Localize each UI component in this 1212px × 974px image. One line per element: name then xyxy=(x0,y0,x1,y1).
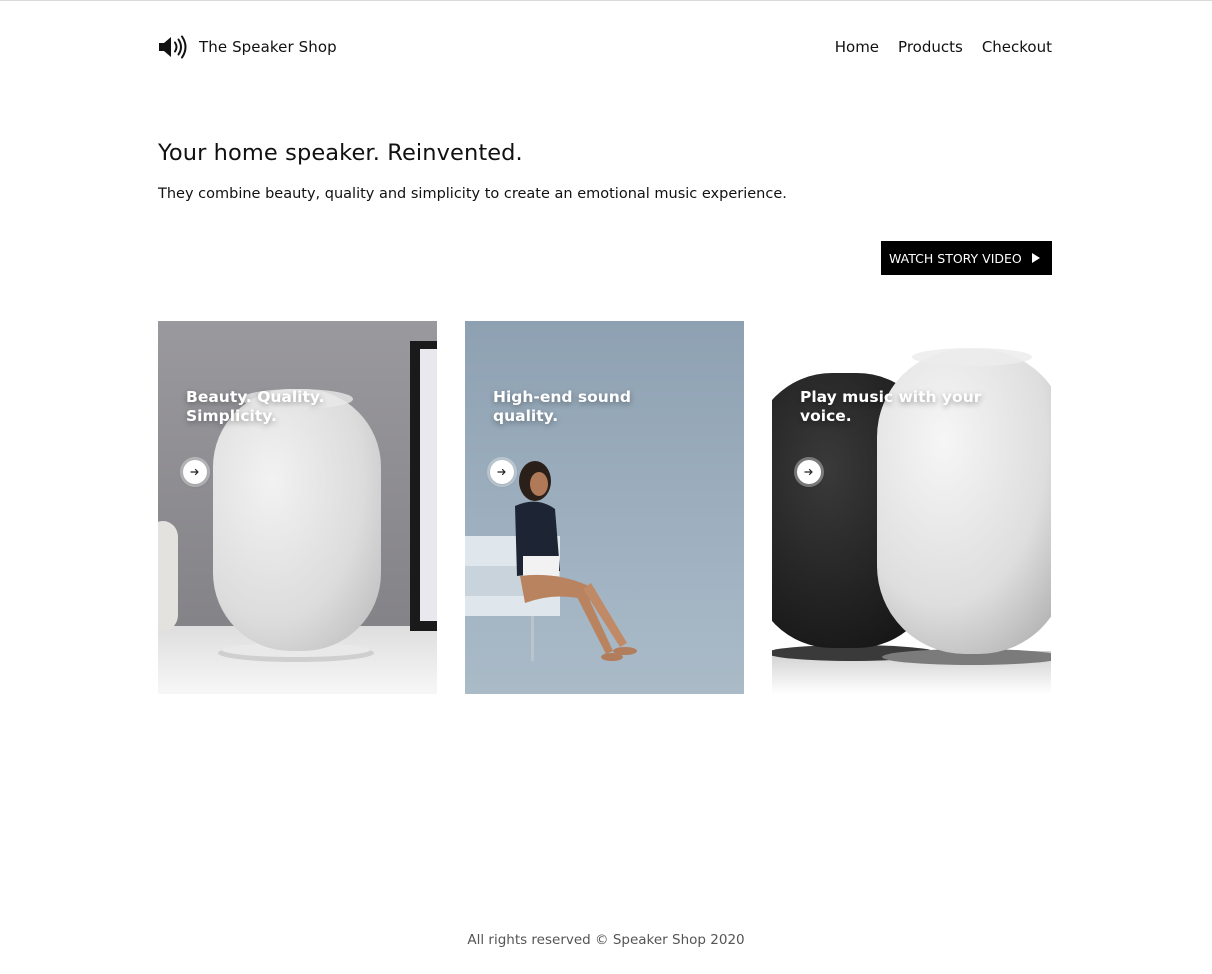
main-nav: Home Products Checkout xyxy=(835,38,1052,56)
speaker-icon xyxy=(158,34,188,60)
cta-label: WATCH STORY VIDEO xyxy=(889,250,1022,266)
arrow-right-icon xyxy=(804,468,813,476)
feature-card-sound[interactable]: High-end sound quality. xyxy=(465,321,744,694)
watch-story-video-button[interactable]: WATCH STORY VIDEO xyxy=(881,241,1052,275)
card-arrow-button[interactable] xyxy=(183,460,207,484)
nav-products-link[interactable]: Products xyxy=(898,38,963,56)
brand-name: The Speaker Shop xyxy=(199,38,337,56)
arrow-right-icon xyxy=(190,468,199,476)
white-speaker-image xyxy=(158,321,437,694)
hero-title: Your home speaker. Reinvented. xyxy=(158,140,523,166)
arrow-right-icon xyxy=(497,468,506,476)
feature-card-voice[interactable]: Play music with your voice. xyxy=(772,321,1051,694)
card-arrow-button[interactable] xyxy=(490,460,514,484)
page-container: The Speaker Shop Home Products Checkout … xyxy=(158,0,1052,694)
nav-checkout-link[interactable]: Checkout xyxy=(982,38,1052,56)
feature-card-beauty[interactable]: Beauty. Quality. Simplicity. xyxy=(158,321,437,694)
footer-copyright: All rights reserved © Speaker Shop 2020 xyxy=(467,932,745,948)
black-and-white-speakers-image xyxy=(772,321,1051,694)
feature-cards: Beauty. Quality. Simplicity. High-end so… xyxy=(158,321,1052,694)
card-caption: Play music with your voice. xyxy=(800,388,982,425)
hero-subtitle: They combine beauty, quality and simplic… xyxy=(158,186,787,202)
nav-home-link[interactable]: Home xyxy=(835,38,879,56)
site-header: The Speaker Shop Home Products Checkout xyxy=(158,0,1052,94)
brand-link[interactable]: The Speaker Shop xyxy=(158,34,337,60)
play-icon xyxy=(1031,253,1040,263)
card-arrow-button[interactable] xyxy=(797,460,821,484)
site-footer: All rights reserved © Speaker Shop 2020 xyxy=(0,932,1212,948)
card-caption: Beauty. Quality. Simplicity. xyxy=(186,388,325,425)
woman-sitting-image xyxy=(465,321,744,694)
card-caption: High-end sound quality. xyxy=(493,388,631,425)
